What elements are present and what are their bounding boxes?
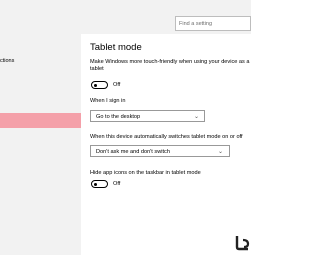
sign-in-value: Go to the desktop bbox=[96, 114, 141, 120]
hide-icons-state: Off bbox=[113, 181, 121, 187]
sidebar-item-selected[interactable] bbox=[0, 113, 81, 128]
sidebar: ctions bbox=[0, 0, 81, 255]
touch-friendly-state: Off bbox=[113, 82, 121, 88]
sidebar-item-actions[interactable]: ctions bbox=[0, 58, 14, 64]
toggle-knob bbox=[94, 182, 97, 186]
page-title: Tablet mode bbox=[90, 42, 142, 53]
watermark-logo-icon bbox=[235, 236, 250, 251]
touch-friendly-label: Make Windows more touch-friendly when us… bbox=[90, 59, 250, 65]
touch-friendly-toggle[interactable] bbox=[91, 81, 108, 89]
touch-friendly-label-continued: tablet bbox=[90, 66, 104, 72]
search-input[interactable]: Find a setting bbox=[175, 16, 251, 31]
auto-switch-label: When this device automatically switches … bbox=[90, 134, 243, 140]
toggle-knob bbox=[94, 83, 97, 87]
auto-switch-dropdown[interactable]: Don't ask me and don't switch ⌄ bbox=[90, 145, 230, 157]
sign-in-label: When I sign in bbox=[90, 98, 126, 104]
auto-switch-value: Don't ask me and don't switch bbox=[96, 149, 170, 155]
hide-icons-label: Hide app icons on the taskbar in tablet … bbox=[90, 170, 201, 176]
sign-in-dropdown[interactable]: Go to the desktop ⌄ bbox=[90, 110, 205, 122]
chevron-down-icon: ⌄ bbox=[218, 149, 224, 155]
hide-icons-toggle[interactable] bbox=[91, 180, 108, 188]
chevron-down-icon: ⌄ bbox=[194, 114, 200, 120]
